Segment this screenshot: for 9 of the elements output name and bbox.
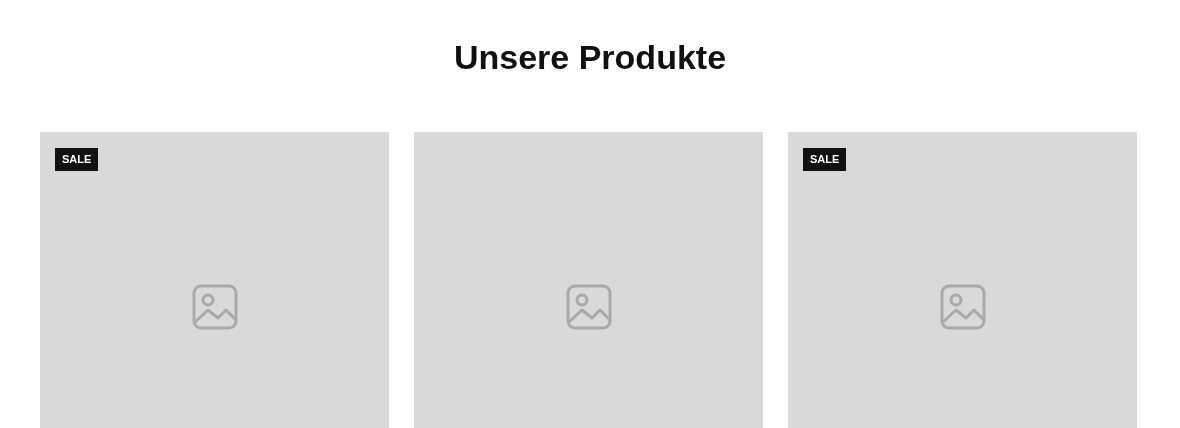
image-placeholder-icon [939,283,986,330]
image-placeholder-icon [191,283,238,330]
image-placeholder-icon [565,283,612,330]
product-image-placeholder[interactable] [414,132,763,428]
section-title: Unsere Produkte [452,37,728,78]
sale-badge: SALE [803,148,847,171]
product-image-placeholder[interactable]: SALE [788,132,1137,428]
product-image-placeholder[interactable]: SALE [40,132,389,428]
sale-badge: SALE [55,148,99,171]
